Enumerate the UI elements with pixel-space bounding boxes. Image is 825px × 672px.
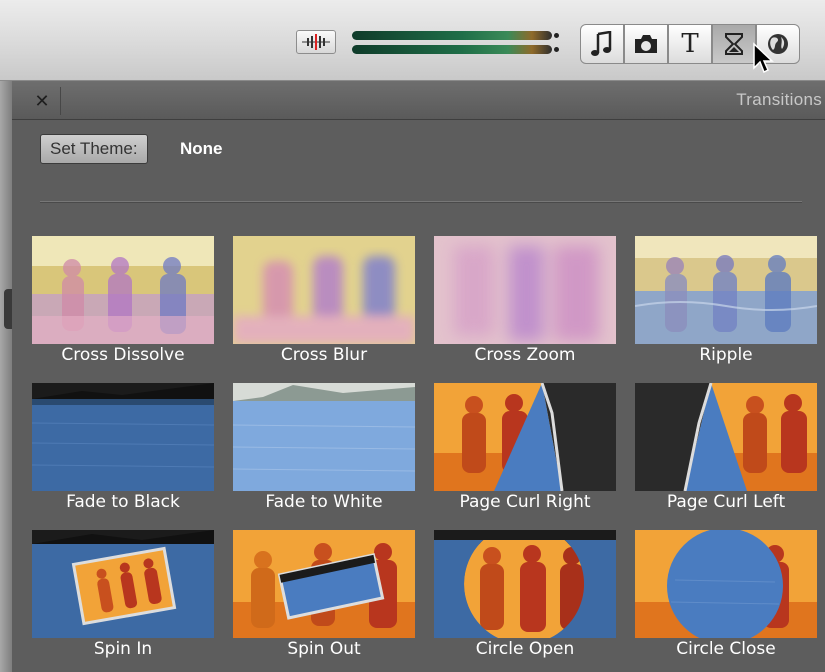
drag-handle[interactable] [4,289,12,329]
waveform-icon [302,34,330,50]
transition-thumb-circle-open[interactable] [434,530,616,638]
camera-icon [635,35,657,53]
close-button[interactable]: ✕ [24,87,61,115]
transition-thumb-circle-close[interactable] [635,530,817,638]
transition-thumb-cross-zoom[interactable] [434,236,616,344]
panel-title: Transitions [736,90,822,109]
meter-dot [554,33,559,38]
transition-thumb-cross-dissolve[interactable] [32,236,214,344]
transition-label: Fade to White [265,492,383,512]
transition-label: Page Curl Right [459,492,591,512]
titles-browser-button[interactable]: T [668,24,712,64]
music-note-icon [591,31,612,56]
transition-label: Spin In [93,639,153,659]
meter-dot [554,47,559,52]
transition-label: Spin Out [287,639,361,659]
transition-label: Fade to Black [66,492,180,512]
theme-value: None [180,139,223,158]
transition-label: Cross Zoom [474,345,576,365]
audio-waveform-button[interactable] [296,30,336,54]
mouse-pointer-icon [753,42,774,74]
title-text-icon: T [681,29,699,59]
transition-label: Circle Open [475,639,575,659]
transition-thumb-spin-out[interactable] [233,530,415,638]
transition-thumb-spin-in[interactable] [32,530,214,638]
set-theme-button[interactable]: Set Theme: [40,134,148,164]
transition-label: Ripple [699,345,753,365]
transition-thumb-ripple[interactable] [635,236,817,344]
divider [40,201,802,203]
transitions-panel: ✕ Transitions Set Theme: None Cross Diss… [12,81,825,672]
toolbar: T [0,0,825,81]
panel-header: ✕ Transitions [12,81,825,120]
transition-thumb-fade-to-black[interactable] [32,383,214,491]
transition-label: Cross Dissolve [61,345,185,365]
left-edge-strip [0,81,12,672]
transition-label: Cross Blur [280,345,368,365]
hourglass-transitions-icon [725,33,743,55]
transitions-browser-button[interactable] [712,24,756,64]
transition-label: Page Curl Left [666,492,786,512]
transition-thumb-page-curl-left[interactable] [635,383,817,491]
transition-thumb-fade-to-white[interactable] [233,383,415,491]
transition-thumb-cross-blur[interactable] [233,236,415,344]
audio-level-meter-right [352,45,552,54]
music-browser-button[interactable] [580,24,624,64]
photo-browser-button[interactable] [624,24,668,64]
transition-label: Circle Close [676,639,776,659]
audio-level-meter-left [352,31,552,40]
transition-thumb-page-curl-right[interactable] [434,383,616,491]
